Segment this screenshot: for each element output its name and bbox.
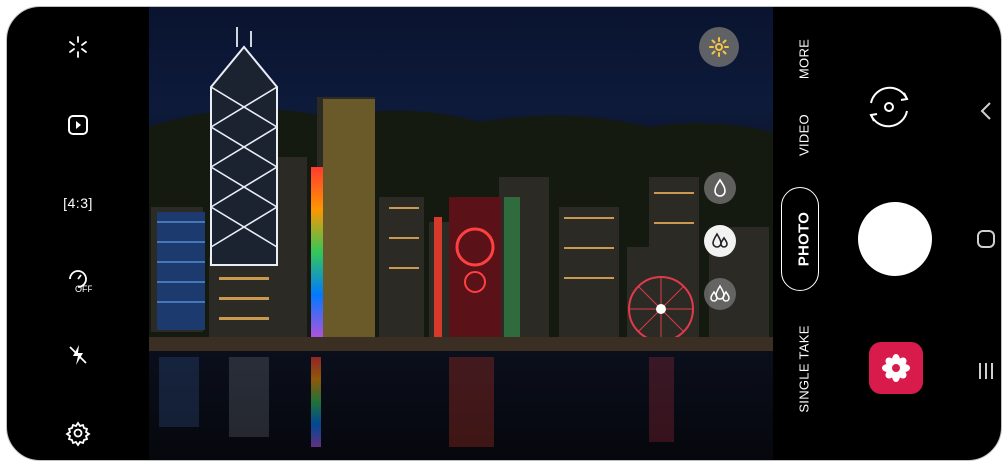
timer-off-label: OFF [75,284,92,293]
mode-video[interactable]: VIDEO [797,114,812,156]
motion-photo-icon[interactable] [60,107,96,143]
camera-flip-icon [869,86,909,128]
scene-optimizer-icon [709,37,729,57]
filter-water-drop-button[interactable] [704,172,736,204]
filter-triple-drops-button[interactable] [704,278,736,310]
mode-photo[interactable]: PHOTO [796,212,813,267]
viewfinder[interactable] [149,7,773,460]
city-skyline-image [149,27,773,460]
back-icon[interactable] [973,98,999,124]
left-toolbar: [4:3] OFF [7,7,149,460]
timer-off-button[interactable]: OFF [60,261,96,297]
timer-off-icon: OFF [69,270,92,293]
mode-more[interactable]: MORE [797,39,812,79]
aspect-ratio-label: 4:3 [67,195,89,211]
sparkle-icon[interactable] [60,29,96,65]
home-icon[interactable] [973,226,999,252]
camera-screen: [4:3] OFF MORE VIDEO PHOTO SINGLE TAKE [6,6,1002,461]
gallery-button[interactable] [869,342,923,394]
drops-icon [712,232,728,248]
mode-single-take[interactable]: SINGLE TAKE [797,325,812,412]
water-drop-icon [714,178,726,197]
scene-optimizer-button[interactable] [699,27,739,67]
gallery-flower-icon [882,354,910,382]
flash-off-icon[interactable] [60,337,96,373]
settings-icon[interactable] [60,415,96,451]
aspect-ratio-button[interactable]: [4:3] [60,185,96,221]
aspect-ratio-icon: [4:3] [63,195,93,211]
recents-icon[interactable] [973,358,999,384]
shutter-button[interactable] [858,202,932,276]
triple-drops-icon [710,284,730,302]
capture-controls [835,7,1001,460]
camera-flip-button[interactable] [861,79,917,135]
filter-drops-button[interactable] [704,225,736,257]
mode-selector: MORE VIDEO PHOTO SINGLE TAKE [773,7,835,460]
